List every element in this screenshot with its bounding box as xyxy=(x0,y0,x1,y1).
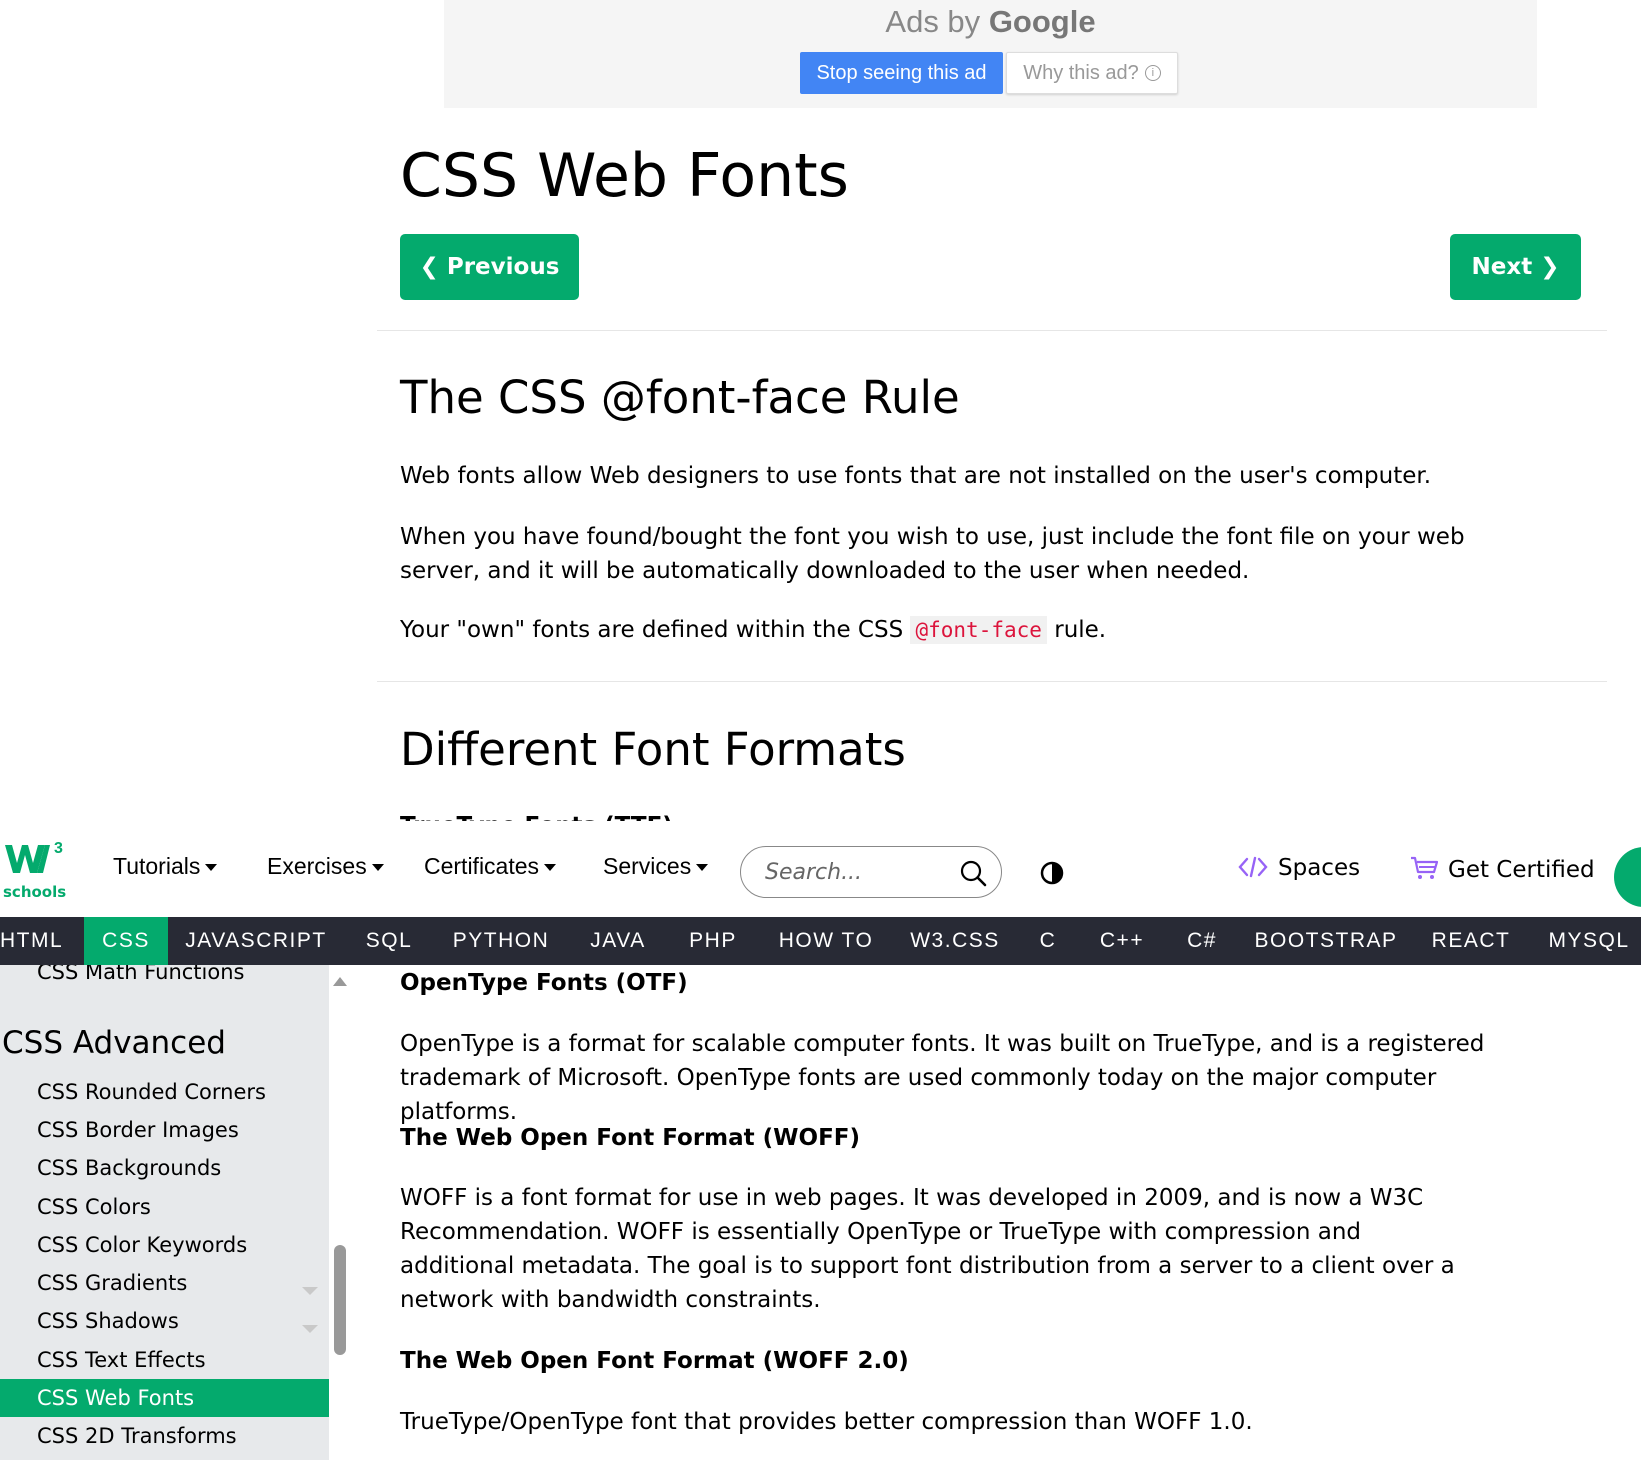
heading-font-face-rule: The CSS @font-face Rule xyxy=(400,371,960,424)
sidebar-scrollbar[interactable] xyxy=(329,965,351,1460)
cart-icon xyxy=(1411,856,1439,879)
why-this-ad-label: Why this ad? xyxy=(1023,61,1139,84)
own-fonts-text-before: Your "own" fonts are defined within the … xyxy=(400,617,904,643)
next-button[interactable]: Next ❯ xyxy=(1450,234,1581,300)
expand-shadows-icon[interactable] xyxy=(302,1325,318,1333)
caret-down-icon xyxy=(696,864,709,872)
language-bar: HTML CSS JAVASCRIPT SQL PYTHON JAVA PHP … xyxy=(0,917,1641,965)
lang-tab-sql[interactable]: SQL xyxy=(356,917,422,965)
sidebar-item-text-effects[interactable]: CSS Text Effects xyxy=(0,1341,329,1379)
menu-tutorials[interactable]: Tutorials xyxy=(113,853,218,880)
divider xyxy=(377,330,1607,331)
paragraph-woff: WOFF is a font format for use in web pag… xyxy=(400,1185,1455,1313)
ads-by-label: Ads by xyxy=(885,4,981,39)
lang-tab-w3css[interactable]: W3.CSS xyxy=(906,917,1004,965)
heading-woff2: The Web Open Font Format (WOFF 2.0) xyxy=(400,1348,909,1374)
lang-tab-how-to[interactable]: HOW TO xyxy=(770,917,882,965)
lang-tab-php[interactable]: PHP xyxy=(680,917,746,965)
caret-down-icon xyxy=(205,864,218,872)
stop-seeing-ad-button[interactable]: Stop seeing this ad xyxy=(800,52,1003,94)
paragraph-intro: Web fonts allow Web designers to use fon… xyxy=(400,463,1432,489)
heading-woff: The Web Open Font Format (WOFF) xyxy=(400,1125,861,1151)
lang-tab-c[interactable]: C xyxy=(1030,917,1066,965)
sidebar-item-backgrounds[interactable]: CSS Backgrounds xyxy=(0,1149,329,1187)
spaces-link[interactable]: Spaces xyxy=(1238,855,1360,881)
menu-services[interactable]: Services xyxy=(603,853,709,880)
search-box xyxy=(740,846,1002,898)
caret-down-icon xyxy=(371,864,384,872)
lang-tab-python[interactable]: PYTHON xyxy=(446,917,556,965)
sidebar-item-border-images[interactable]: CSS Border Images xyxy=(0,1111,329,1149)
lang-tab-cpp[interactable]: C++ xyxy=(1092,917,1152,965)
lang-tab-java[interactable]: JAVA xyxy=(580,917,656,965)
heading-otf: OpenType Fonts (OTF) xyxy=(400,970,688,996)
w3schools-logo[interactable]: 3 schools xyxy=(3,839,67,901)
sidebar-item-gradients[interactable]: CSS Gradients xyxy=(0,1264,329,1302)
get-certified-label: Get Certified xyxy=(1448,857,1595,883)
lang-tab-csharp[interactable]: C# xyxy=(1176,917,1228,965)
font-face-code: @font-face xyxy=(910,616,1047,644)
svg-text:3: 3 xyxy=(54,840,63,857)
google-wordmark: Google xyxy=(988,4,1096,39)
lang-tab-mysql[interactable]: MYSQL xyxy=(1542,917,1636,965)
why-this-ad-button[interactable]: Why this ad? i xyxy=(1006,52,1178,94)
dark-mode-toggle-icon[interactable] xyxy=(1040,861,1064,885)
w3-logo-icon: 3 xyxy=(5,840,63,873)
paragraph-own-fonts: Your "own" fonts are defined within the … xyxy=(400,613,1550,647)
own-fonts-text-after: rule. xyxy=(1054,617,1107,643)
logo-text: schools xyxy=(3,883,67,901)
caret-down-icon xyxy=(544,864,557,872)
sidebar-item-2d-transforms[interactable]: CSS 2D Transforms xyxy=(0,1417,329,1455)
sidebar-item-shadows[interactable]: CSS Shadows xyxy=(0,1302,329,1340)
divider xyxy=(377,681,1607,682)
sidebar-item-math-functions[interactable]: CSS Math Functions xyxy=(0,965,329,991)
previous-button[interactable]: ❮ Previous xyxy=(400,234,579,300)
paragraph-found-font: When you have found/bought the font you … xyxy=(400,524,1465,584)
top-navbar: 3 schools Tutorials Exercises Certificat… xyxy=(0,821,1641,917)
lang-tab-css[interactable]: CSS xyxy=(84,917,168,965)
lang-tab-javascript[interactable]: JAVASCRIPT xyxy=(180,917,332,965)
search-input[interactable] xyxy=(763,857,947,887)
expand-gradients-icon[interactable] xyxy=(302,1287,318,1295)
lang-tab-bootstrap[interactable]: BOOTSTRAP xyxy=(1252,917,1400,965)
ad-banner: Ads by Google Stop seeing this ad Why th… xyxy=(444,0,1537,108)
menu-exercises[interactable]: Exercises xyxy=(267,853,384,880)
sidebar-item-rounded-corners[interactable]: CSS Rounded Corners xyxy=(0,1073,329,1111)
lang-tab-html[interactable]: HTML xyxy=(0,917,62,965)
page-title: CSS Web Fonts xyxy=(400,141,849,211)
menu-certificates[interactable]: Certificates xyxy=(424,853,557,880)
scroll-up-arrow-icon[interactable] xyxy=(333,977,347,986)
sidebar-item-colors[interactable]: CSS Colors xyxy=(0,1188,329,1226)
sign-up-button[interactable] xyxy=(1614,847,1641,907)
sidebar: CSS Math Functions CSS Advanced CSS Roun… xyxy=(0,965,329,1460)
search-icon[interactable] xyxy=(959,859,987,887)
heading-font-formats: Different Font Formats xyxy=(400,723,906,776)
paragraph-woff2: TrueType/OpenType font that provides bet… xyxy=(400,1409,1253,1435)
code-icon xyxy=(1238,856,1268,878)
get-certified-link[interactable]: Get Certified xyxy=(1410,855,1595,883)
ads-by-google: Ads by Google xyxy=(444,4,1537,40)
spaces-label: Spaces xyxy=(1278,855,1361,881)
scrollbar-thumb[interactable] xyxy=(334,1245,346,1355)
lang-tab-react[interactable]: REACT xyxy=(1424,917,1518,965)
sidebar-item-color-keywords[interactable]: CSS Color Keywords xyxy=(0,1226,329,1264)
sidebar-section-heading: CSS Advanced xyxy=(2,1025,226,1061)
sidebar-item-web-fonts[interactable]: CSS Web Fonts xyxy=(0,1379,329,1417)
info-icon: i xyxy=(1144,65,1161,82)
paragraph-otf: OpenType is a format for scalable comput… xyxy=(400,1031,1485,1125)
